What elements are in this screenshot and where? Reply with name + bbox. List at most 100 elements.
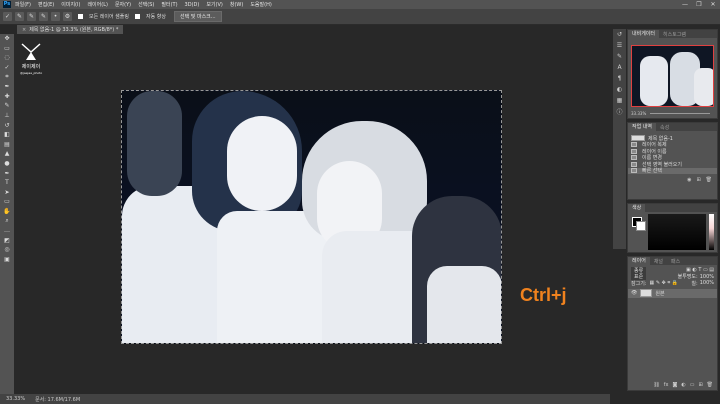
navigator-preview[interactable] — [631, 45, 714, 107]
link-icon[interactable]: ⛓ — [653, 382, 659, 388]
tab-histogram[interactable]: 히스토그램 — [659, 31, 690, 38]
crop-tool-icon[interactable]: ⌗ — [0, 72, 14, 82]
document-image[interactable] — [121, 90, 502, 344]
menu-help[interactable]: 도움말(H) — [250, 1, 271, 8]
navigator-zoom-value[interactable]: 33.33% — [631, 111, 646, 116]
watermark-subtext: @jaejae_photo — [20, 71, 43, 75]
menu-window[interactable]: 창(W) — [230, 1, 243, 8]
more-tools-icon[interactable]: … — [0, 226, 14, 236]
mask-icon[interactable]: ◙ — [672, 382, 677, 388]
paragraph-panel-icon[interactable]: ¶ — [613, 73, 626, 84]
history-panel-icon[interactable]: ↺ — [613, 29, 626, 40]
close-icon[interactable]: ✕ — [706, 0, 720, 9]
delete-layer-icon[interactable]: 🗑 — [707, 382, 713, 388]
folder-icon[interactable]: ▭ — [690, 382, 695, 388]
pen-tool-icon[interactable]: ✒ — [0, 168, 14, 178]
quick-select-icon[interactable]: ✓ — [0, 63, 14, 73]
subtract-selection-icon[interactable]: ✎ — [39, 12, 48, 21]
visibility-eye-icon[interactable]: 👁 — [631, 290, 637, 296]
eraser-icon[interactable]: ◧ — [0, 130, 14, 140]
add-selection-icon[interactable]: ✎ — [27, 12, 36, 21]
healing-brush-icon[interactable]: ✚ — [0, 92, 14, 102]
tab-properties[interactable]: 속성 — [656, 124, 673, 131]
status-zoom[interactable]: 33.33% — [6, 396, 25, 402]
new-selection-icon[interactable]: ✎ — [15, 12, 24, 21]
eyedropper-icon[interactable]: ✒ — [0, 82, 14, 92]
layer-row[interactable]: 👁 원본 — [628, 288, 717, 298]
color-slider[interactable] — [709, 214, 714, 250]
brush-panel-icon[interactable]: ✎ — [613, 51, 626, 62]
tab-history[interactable]: 작업 내역 — [628, 123, 656, 131]
tab-channels[interactable]: 채널 — [650, 258, 667, 265]
status-doc-info: 문서: 17.6M/17.6M — [35, 396, 81, 403]
menu-type[interactable]: 문자(Y) — [115, 1, 131, 8]
background-swatch[interactable] — [636, 221, 646, 231]
brush-settings-icon[interactable]: ⚙ — [63, 12, 72, 21]
navigator-panel: 내비게이터 히스토그램 33.33% — [627, 29, 718, 119]
path-select-icon[interactable]: ➤ — [0, 188, 14, 198]
menu-view[interactable]: 보기(V) — [206, 1, 223, 8]
menu-filter[interactable]: 필터(T) — [161, 1, 177, 8]
opacity-value[interactable]: 100% — [700, 274, 714, 280]
blur-tool-icon[interactable]: ▲ — [0, 149, 14, 159]
zoom-tool-icon[interactable]: ⌕ — [0, 216, 14, 226]
minimize-icon[interactable]: — — [678, 0, 692, 9]
character-panel-icon[interactable]: A — [613, 62, 626, 73]
navigator-zoom-slider[interactable] — [650, 113, 710, 114]
new-doc-icon[interactable]: ⊞ — [696, 177, 700, 183]
tab-navigator[interactable]: 내비게이터 — [628, 30, 660, 38]
move-tool-icon[interactable]: ✥ — [0, 34, 14, 44]
trash-icon[interactable]: 🗑 — [706, 177, 712, 183]
menu-layer[interactable]: 레이어(L) — [87, 1, 108, 8]
fill-value[interactable]: 100% — [700, 280, 714, 286]
quick-mask-icon[interactable]: ◎ — [0, 245, 14, 255]
info-panel-icon[interactable]: ⓘ — [613, 106, 626, 117]
menu-select[interactable]: 선택(S) — [138, 1, 154, 8]
history-brush-icon[interactable]: ↺ — [0, 120, 14, 130]
type-tool-icon[interactable]: T — [0, 178, 14, 188]
tab-paths[interactable]: 패스 — [667, 258, 684, 265]
close-tab-icon[interactable]: × — [22, 27, 26, 33]
lasso-tool-icon[interactable]: ◌ — [0, 53, 14, 63]
shape-tool-icon[interactable]: ▭ — [0, 197, 14, 207]
figure-center-face — [227, 116, 297, 211]
preview-figure-1 — [640, 56, 668, 106]
menu-image[interactable]: 이미지(I) — [61, 1, 80, 8]
dodge-tool-icon[interactable]: ● — [0, 159, 14, 169]
auto-enhance-checkbox[interactable] — [134, 14, 140, 19]
quick-select-tool-icon[interactable]: ✓ — [3, 12, 12, 21]
document-tab[interactable]: × 제목 없음-1 @ 33.3% (원본, RGB/8*) * — [17, 25, 124, 34]
brush-size-icon[interactable]: • — [51, 12, 60, 21]
marquee-tool-icon[interactable]: ▭ — [0, 44, 14, 54]
properties-panel-icon[interactable]: ☰ — [613, 40, 626, 51]
all-layers-checkbox[interactable] — [78, 14, 83, 19]
menu-bar: Ps 파일(F) 편집(E) 이미지(I) 레이어(L) 문자(Y) 선택(S)… — [0, 0, 720, 9]
tab-color[interactable]: 색상 — [628, 204, 646, 212]
color-picker-field[interactable] — [648, 214, 706, 250]
menu-file[interactable]: 파일(F) — [15, 1, 31, 8]
menu-edit[interactable]: 편집(E) — [38, 1, 54, 8]
layer-name[interactable]: 원본 — [655, 290, 664, 297]
lock-icons[interactable]: ▦ ✎ ✥ ⌗ 🔒 — [650, 280, 679, 286]
adjustment-icon[interactable]: ◐ — [681, 382, 685, 388]
screen-mode-icon[interactable]: ▣ — [0, 255, 14, 265]
new-layer-icon[interactable]: ⊞ — [698, 382, 702, 388]
layers-panel: 레이어 채널 패스 종류 ▣ ◐ T ▭ ▤ 표준 불투명도: 100% 잠그기… — [627, 256, 718, 391]
tab-layers[interactable]: 레이어 — [628, 257, 650, 265]
history-tabs: 작업 내역 속성 — [628, 123, 717, 131]
select-and-mask-button[interactable]: 선택 및 마스크... — [173, 11, 222, 22]
restore-icon[interactable]: ❐ — [692, 0, 706, 9]
brush-tool-icon[interactable]: ✎ — [0, 101, 14, 111]
menu-3d[interactable]: 3D(D) — [185, 2, 200, 8]
gradient-tool-icon[interactable]: ▤ — [0, 140, 14, 150]
swatches-panel-icon[interactable]: ▦ — [613, 95, 626, 106]
fx-icon[interactable]: fx — [664, 382, 669, 388]
hand-tool-icon[interactable]: ✋ — [0, 207, 14, 217]
history-panel: 작업 내역 속성 제목 없음-1 레이어 복제 레이어 이름 이름 변경 선택 … — [627, 122, 718, 200]
snapshot-icon[interactable]: ◉ — [687, 177, 691, 183]
color-swatches-icon[interactable]: ◩ — [0, 235, 14, 245]
clone-stamp-icon[interactable]: ⊥ — [0, 111, 14, 121]
window-controls: — ❐ ✕ — [678, 0, 720, 9]
adjust-panel-icon[interactable]: ◐ — [613, 84, 626, 95]
history-step-icon — [631, 142, 637, 148]
